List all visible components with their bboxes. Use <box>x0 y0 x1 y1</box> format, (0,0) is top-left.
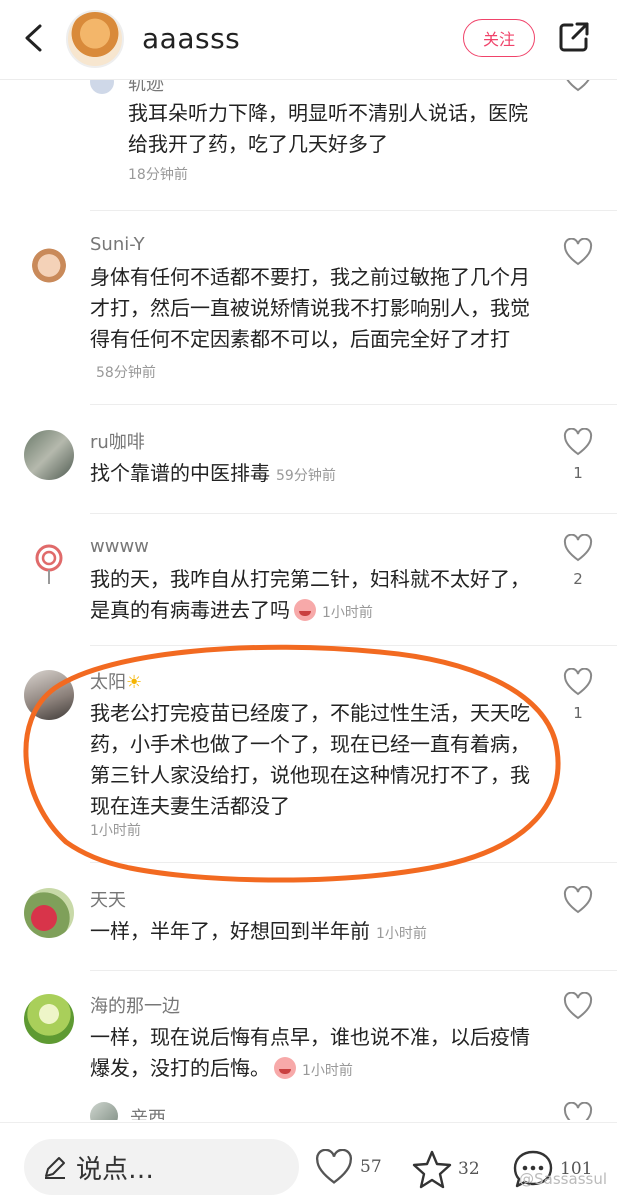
heart-icon[interactable] <box>563 428 593 456</box>
comment-input-placeholder: 说点… <box>76 1154 155 1185</box>
divider <box>90 404 617 405</box>
heart-icon[interactable] <box>563 1102 593 1120</box>
crying-emoji-icon <box>294 599 316 621</box>
star-icon <box>412 1150 452 1189</box>
comment-item: 太阳☀ 我老公打完疫苗已经废了，不能过性生活，天天吃药，小手术也做了一个了，现在… <box>0 666 617 839</box>
comment-avatar[interactable] <box>24 994 74 1044</box>
comment-text-content: 找个靠谱的中医排毒 <box>90 461 270 485</box>
back-icon[interactable] <box>16 20 52 56</box>
comment-username[interactable]: 轨迹 <box>128 80 164 96</box>
comment-avatar[interactable] <box>90 80 114 94</box>
top-bar: aaasss 关注 <box>0 0 617 80</box>
lollipop-icon <box>35 544 63 584</box>
comment-username-text: 太阳 <box>90 672 126 693</box>
comment-time: 59分钟前 <box>276 468 336 484</box>
crying-emoji-icon <box>274 1057 296 1079</box>
heart-icon[interactable] <box>563 886 593 914</box>
comment-avatar[interactable] <box>24 430 74 480</box>
comment-time: 1小时前 <box>376 926 427 942</box>
comment-username[interactable]: 辛酉 <box>130 1104 166 1120</box>
comment-item: wwww 我的天，我咋自从打完第二针，妇科就不太好了，是真的有病毒进去了吗 1小时… <box>0 534 617 634</box>
comment-input[interactable]: 说点… <box>24 1139 299 1195</box>
author-name[interactable]: aaasss <box>142 22 240 55</box>
heart-icon[interactable] <box>563 80 593 92</box>
comment-avatar[interactable] <box>24 538 74 588</box>
comment-item: 海的那一边 一样，现在说后悔有点早，谁也说不准，以后疫情爆发，没打的后悔。 1小时… <box>0 990 617 1100</box>
comment-list[interactable]: 轨迹 我耳朵听力下降，明显听不清别人说话，医院给我开了药，吃了几天好多了 18分… <box>0 80 617 1120</box>
divider <box>90 645 617 646</box>
comment-text-content: 我耳朵听力下降，明显听不清别人说话，医院给我开了药，吃了几天好多了 <box>128 101 528 156</box>
collect-count: 32 <box>458 1159 480 1179</box>
comment-username[interactable]: 海的那一边 <box>90 992 180 1018</box>
comment-item: 天天 一样，半年了，好想回到半年前 1小时前 <box>0 884 617 974</box>
comment-item: 轨迹 我耳朵听力下降，明显听不清别人说话，医院给我开了药，吃了几天好多了 18分… <box>0 80 617 190</box>
heart-icon[interactable] <box>563 534 593 562</box>
watermark: @Sassassul <box>519 1170 607 1188</box>
comment-item: Suni-Y 身体有任何不适都不要打，我之前过敏拖了几个月才打，然后一直被说矫情… <box>0 232 617 392</box>
comment-time: 1小时前 <box>90 823 141 839</box>
like-count: 2 <box>573 570 583 588</box>
comment-text-content: 一样，半年了，好想回到半年前 <box>90 919 370 943</box>
comment-avatar[interactable] <box>24 670 74 720</box>
divider <box>90 210 617 211</box>
comment-text: 身体有任何不适都不要打，我之前过敏拖了几个月才打，然后一直被说矫情说我不打影响别… <box>90 262 530 389</box>
heart-icon[interactable] <box>563 992 593 1020</box>
like-count: 1 <box>573 464 583 482</box>
comment-text-content: 身体有任何不适都不要打，我之前过敏拖了几个月才打，然后一直被说矫情说我不打影响别… <box>90 265 530 351</box>
comment-text: 我的天，我咋自从打完第二针，妇科就不太好了，是真的有病毒进去了吗 1小时前 <box>90 564 530 629</box>
follow-button[interactable]: 关注 <box>463 19 535 57</box>
like-count: 1 <box>573 704 583 722</box>
comment-text: 我耳朵听力下降，明显听不清别人说话，医院给我开了药，吃了几天好多了 <box>128 98 528 160</box>
comment-username[interactable]: 天天 <box>90 886 126 912</box>
comment-username[interactable]: Suni-Y <box>90 234 145 255</box>
heart-icon[interactable] <box>563 668 593 696</box>
comment-text: 找个靠谱的中医排毒 59分钟前 <box>90 458 530 492</box>
comment-item: 辛酉 <box>0 1100 617 1120</box>
share-icon[interactable] <box>556 19 592 55</box>
like-count: 57 <box>360 1157 382 1177</box>
sun-icon: ☀ <box>126 672 143 693</box>
comment-avatar[interactable] <box>24 238 74 288</box>
pencil-icon <box>45 1157 65 1179</box>
comment-time: 1小时前 <box>302 1063 353 1079</box>
comment-username[interactable]: 太阳☀ <box>90 668 142 694</box>
bottom-action-bar: 说点… 57 32 101 <box>0 1122 617 1200</box>
comment-time: 1小时前 <box>322 605 373 621</box>
comment-time: 58分钟前 <box>96 365 156 381</box>
divider <box>90 862 617 863</box>
collect-action[interactable]: 32 <box>412 1149 480 1189</box>
comment-avatar[interactable] <box>90 1102 118 1120</box>
comment-avatar[interactable] <box>24 888 74 938</box>
comment-time: 18分钟前 <box>128 167 188 183</box>
divider <box>90 513 617 514</box>
like-action[interactable]: 57 <box>314 1149 382 1185</box>
comment-username[interactable]: wwww <box>90 536 149 557</box>
author-avatar[interactable] <box>66 10 124 68</box>
divider <box>90 970 617 971</box>
comment-text: 一样，现在说后悔有点早，谁也说不准，以后疫情爆发，没打的后悔。 1小时前 <box>90 1022 530 1087</box>
heart-icon <box>316 1149 352 1184</box>
comment-item: ru咖啡 找个靠谱的中医排毒 59分钟前 1 <box>0 426 617 516</box>
comment-text-content: 我老公打完疫苗已经废了，不能过性生活，天天吃药，小手术也做了一个了，现在已经一直… <box>90 701 530 818</box>
comment-text: 一样，半年了，好想回到半年前 1小时前 <box>90 916 530 950</box>
comment-text: 我老公打完疫苗已经废了，不能过性生活，天天吃药，小手术也做了一个了，现在已经一直… <box>90 698 530 822</box>
heart-icon[interactable] <box>563 238 593 266</box>
comment-username[interactable]: ru咖啡 <box>90 428 145 454</box>
